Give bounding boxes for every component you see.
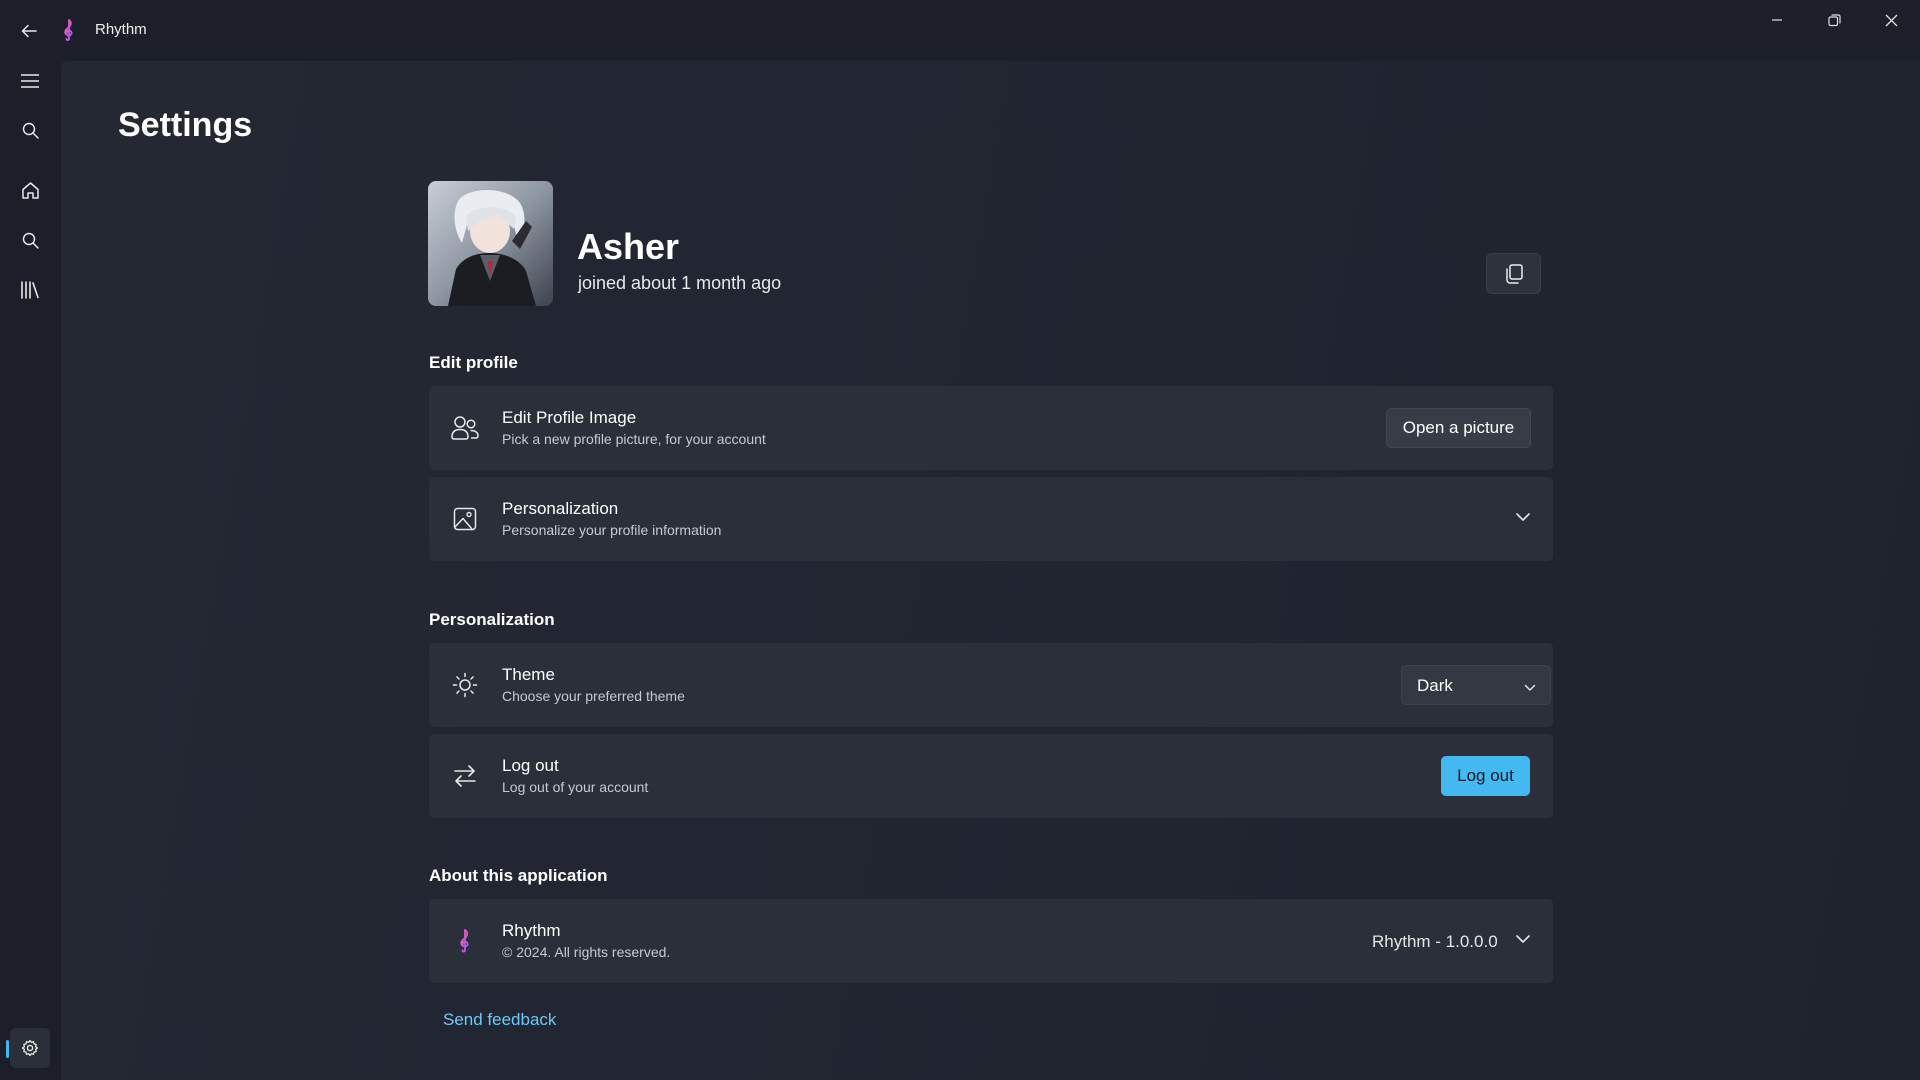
settings-page: Settings Asher joined about 1 month ago bbox=[61, 61, 1920, 1080]
active-indicator bbox=[6, 1040, 9, 1058]
search-icon bbox=[22, 232, 39, 249]
chevron-down-icon[interactable] bbox=[1515, 931, 1531, 949]
theme-selected-value: Dark bbox=[1417, 676, 1453, 695]
library-icon bbox=[21, 281, 39, 299]
copy-icon bbox=[1505, 263, 1523, 284]
send-feedback-link[interactable]: Send feedback bbox=[443, 1010, 556, 1030]
app-title: Rhythm bbox=[95, 21, 147, 38]
section-personalization: Personalization bbox=[429, 610, 555, 629]
chevron-down-icon bbox=[1524, 679, 1536, 697]
arrows-swap-icon bbox=[449, 760, 481, 792]
card-title: Edit Profile Image bbox=[502, 408, 637, 427]
nav-settings[interactable] bbox=[10, 1028, 50, 1068]
avatar bbox=[428, 181, 553, 306]
card-title: Theme bbox=[502, 665, 555, 684]
about-expander[interactable]: Rhythm © 2024. All rights reserved. Rhyt… bbox=[429, 899, 1553, 983]
edit-profile-image-card: Edit Profile Image Pick a new profile pi… bbox=[429, 386, 1553, 470]
close-button[interactable] bbox=[1863, 0, 1919, 40]
minimize-icon bbox=[1772, 19, 1782, 21]
card-title: Rhythm bbox=[502, 921, 561, 940]
card-description: Choose your preferred theme bbox=[502, 688, 685, 704]
search-button[interactable] bbox=[10, 110, 50, 150]
section-about: About this application bbox=[429, 866, 608, 885]
profile-joined: joined about 1 month ago bbox=[578, 273, 782, 293]
profile-name: Asher bbox=[577, 226, 680, 267]
card-description: © 2024. All rights reserved. bbox=[502, 944, 671, 960]
title-bar: Rhythm bbox=[0, 0, 1920, 60]
treble-clef-icon bbox=[449, 925, 481, 957]
copy-button[interactable] bbox=[1486, 253, 1541, 294]
version-text: Rhythm - 1.0.0.0 bbox=[1372, 932, 1498, 951]
card-description: Personalize your profile information bbox=[502, 522, 722, 538]
hamburger-icon bbox=[21, 74, 39, 88]
home-icon bbox=[21, 181, 39, 199]
arrow-left-icon bbox=[21, 24, 37, 38]
brightness-icon bbox=[449, 669, 481, 701]
logout-button[interactable]: Log out bbox=[1441, 756, 1530, 796]
section-edit-profile: Edit profile bbox=[429, 353, 518, 372]
back-button[interactable] bbox=[14, 16, 44, 46]
minimize-button[interactable] bbox=[1749, 0, 1805, 40]
card-description: Pick a new profile picture, for your acc… bbox=[502, 431, 766, 447]
search-icon bbox=[22, 122, 39, 139]
logout-card: Log out Log out of your account Log out bbox=[429, 734, 1553, 818]
image-icon bbox=[449, 503, 481, 535]
open-picture-button[interactable]: Open a picture bbox=[1386, 408, 1531, 448]
people-icon bbox=[449, 412, 481, 444]
chevron-down-icon[interactable] bbox=[1515, 509, 1531, 527]
card-title: Personalization bbox=[502, 499, 619, 518]
nav-library[interactable] bbox=[10, 270, 50, 310]
theme-dropdown[interactable]: Dark bbox=[1401, 665, 1551, 705]
theme-card: Theme Choose your preferred theme Dark bbox=[429, 643, 1553, 727]
navigation-rail bbox=[0, 60, 61, 1080]
nav-home[interactable] bbox=[10, 170, 50, 210]
personalization-expander[interactable]: Personalization Personalize your profile… bbox=[429, 477, 1553, 561]
menu-button[interactable] bbox=[10, 61, 50, 101]
restore-button[interactable] bbox=[1806, 0, 1862, 40]
restore-icon bbox=[1827, 13, 1841, 26]
page-title: Settings bbox=[118, 106, 253, 144]
close-icon bbox=[1885, 14, 1897, 26]
card-description: Log out of your account bbox=[502, 779, 649, 795]
card-title: Log out bbox=[502, 756, 559, 775]
treble-clef-icon bbox=[60, 19, 78, 41]
nav-search[interactable] bbox=[10, 220, 50, 260]
gear-icon bbox=[21, 1039, 39, 1057]
